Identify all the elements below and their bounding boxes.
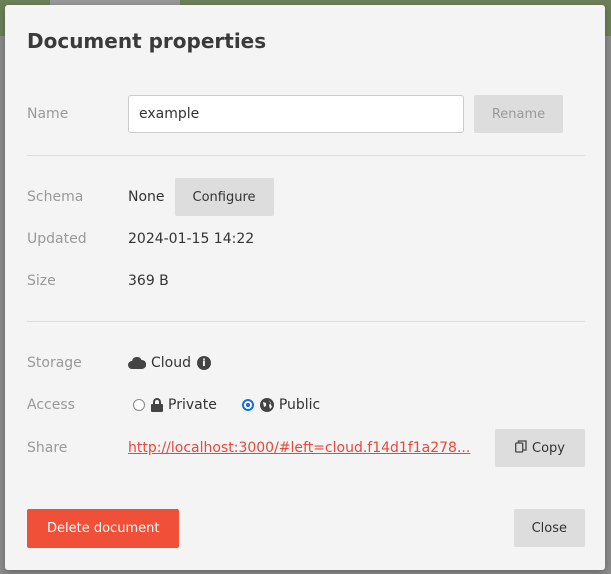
copy-icon xyxy=(515,439,527,457)
close-button[interactable]: Close xyxy=(513,509,585,547)
access-label: Access xyxy=(27,397,75,413)
private-label: Private xyxy=(168,397,217,413)
lock-icon xyxy=(151,398,163,412)
storage-value: Cloud xyxy=(151,355,191,371)
share-link[interactable]: http://localhost:3000/#left=cloud.f14d1f… xyxy=(128,440,470,456)
dialog-title: Document properties xyxy=(27,29,267,53)
copy-button[interactable]: Copy xyxy=(495,429,585,467)
divider xyxy=(27,321,585,322)
schema-value: None xyxy=(128,189,165,205)
copy-label: Copy xyxy=(532,440,565,456)
schema-label: Schema xyxy=(27,189,84,205)
info-icon[interactable]: i xyxy=(197,356,211,370)
delete-document-button[interactable]: Delete document xyxy=(27,509,180,548)
public-label: Public xyxy=(278,397,321,413)
configure-button[interactable]: Configure xyxy=(174,178,274,216)
cloud-icon xyxy=(128,357,146,369)
size-value: 369 B xyxy=(128,273,169,289)
name-label: Name xyxy=(27,106,69,122)
access-option-private[interactable]: Private xyxy=(133,397,217,413)
name-input[interactable] xyxy=(128,95,464,133)
share-label: Share xyxy=(27,440,68,456)
private-radio[interactable] xyxy=(133,399,145,411)
updated-value: 2024-01-15 14:22 xyxy=(128,231,255,247)
document-properties-dialog: Document properties Name Rename Schema N… xyxy=(5,5,605,570)
size-label: Size xyxy=(27,273,56,289)
divider xyxy=(27,155,585,156)
access-option-public[interactable]: Public xyxy=(241,397,321,413)
rename-button[interactable]: Rename xyxy=(474,95,563,133)
updated-label: Updated xyxy=(27,231,87,247)
public-radio[interactable] xyxy=(241,399,254,411)
globe-icon xyxy=(259,398,274,412)
storage-label: Storage xyxy=(27,355,82,371)
